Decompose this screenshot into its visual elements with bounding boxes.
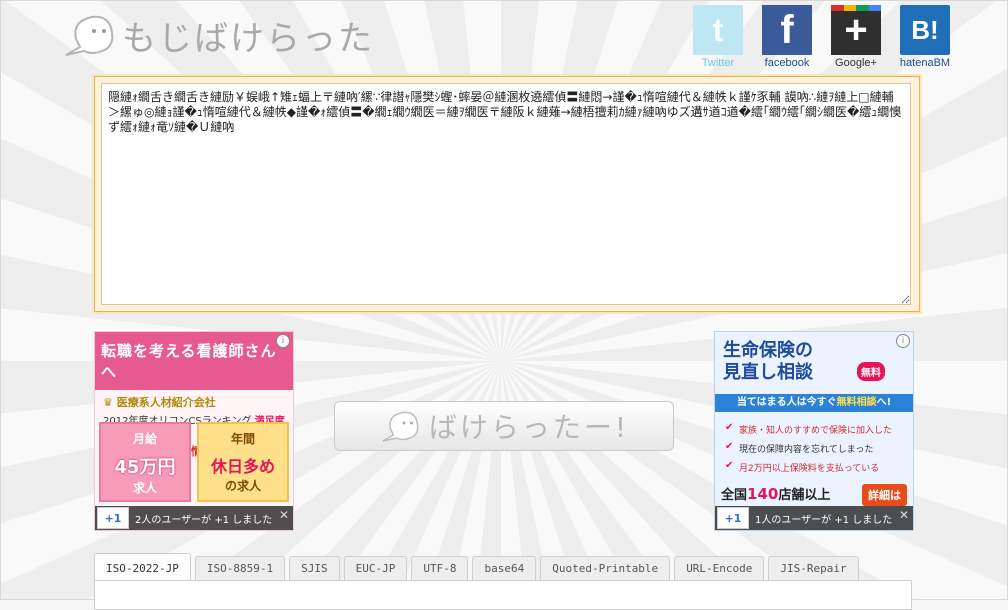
facebook-icon: f	[762, 5, 812, 55]
ad-social-bar: +1 2人のユーザーが +1 しました ✕	[95, 506, 293, 530]
ad-free-badge: 無料	[857, 362, 885, 381]
ad-salary-box[interactable]: 月給 45万円 求人	[99, 422, 191, 502]
tab-utf-8[interactable]: UTF-8	[411, 556, 469, 580]
tab-panel	[94, 580, 912, 610]
tab-iso-8859-1[interactable]: ISO-8859-1	[194, 556, 286, 580]
ad-nurse-recruit[interactable]: 転職を考える看護師さんへ i ♛ 医療系人材紹介会社 2012年度オリコンCSラ…	[94, 331, 294, 531]
tab-jis-repair[interactable]: JIS-Repair	[768, 556, 859, 580]
ad-holiday-box[interactable]: 年間 休日多め の求人	[197, 422, 289, 502]
tab-quoted-printable[interactable]: Quoted-Printable	[540, 556, 671, 580]
ad-info-icon[interactable]: i	[276, 334, 290, 348]
tab-sjis[interactable]: SJIS	[289, 556, 340, 580]
tab-base64[interactable]: base64	[472, 556, 537, 580]
ghost-icon	[382, 411, 419, 442]
ad-company: ♛ 医療系人材紹介会社	[103, 396, 216, 409]
ad-checklist: 家族・知人のすすめで保険に加入した 現在の保障内容を忘れてしまった 月2万円以上…	[725, 420, 905, 477]
facebook-share-button[interactable]: f facebook	[761, 5, 813, 69]
google-plus-label: Google+	[835, 57, 877, 69]
twitter-share-button[interactable]: t Twitter	[692, 5, 744, 69]
ghost-icon	[65, 15, 114, 56]
ad-social-bar: +1 1人のユーザーが +1 しました ✕	[715, 506, 913, 530]
tab-url-encode[interactable]: URL-Encode	[674, 556, 765, 580]
ad-headline: 転職を考える看護師さんへ	[95, 332, 293, 390]
plus-one-button[interactable]: +1	[97, 507, 129, 529]
mojibake-text-input[interactable]	[101, 83, 911, 305]
twitter-label: Twitter	[701, 57, 735, 69]
tab-iso-2022-jp[interactable]: ISO-2022-JP	[94, 553, 191, 580]
encoding-tabs: ISO-2022-JP ISO-8859-1 SJIS EUC-JP UTF-8…	[94, 553, 859, 580]
hatena-label: hatenaBM	[899, 57, 951, 69]
plus-one-button[interactable]: +1	[717, 507, 749, 529]
ad-detail-button[interactable]: 詳細は	[862, 484, 907, 506]
bakeratta-convert-button[interactable]: ばけらったー!	[334, 401, 674, 451]
ad-info-icon[interactable]: i	[896, 334, 910, 348]
ad-social-text: 2人のユーザーが +1 しました	[135, 514, 273, 526]
tab-euc-jp[interactable]: EUC-JP	[343, 556, 408, 580]
close-icon[interactable]: ✕	[899, 508, 909, 522]
hatena-icon: B!	[900, 5, 950, 55]
ad-strip: 当てはまる人は今すぐ無料相談へ!	[715, 394, 913, 412]
close-icon[interactable]: ✕	[279, 508, 289, 522]
hatena-bookmark-button[interactable]: B! hatenaBM	[899, 5, 951, 69]
google-plus-icon: +	[831, 5, 881, 55]
facebook-label: facebook	[764, 57, 810, 69]
ad-social-text: 1人のユーザーが +1 しました	[755, 514, 893, 526]
input-frame	[94, 76, 920, 312]
convert-button-label: ばけらったー!	[428, 411, 630, 444]
twitter-icon: t	[693, 5, 743, 55]
ad-store-count: 全国140店舗以上	[721, 485, 831, 503]
logo-text: もじばけらった	[122, 18, 374, 59]
google-plus-share-button[interactable]: + Google+	[830, 5, 882, 69]
site-logo[interactable]: もじばけらった	[62, 10, 374, 60]
ad-insurance[interactable]: 生命保険の見直し相談 無料 i 当てはまる人は今すぐ無料相談へ! 家族・知人のす…	[714, 331, 914, 531]
